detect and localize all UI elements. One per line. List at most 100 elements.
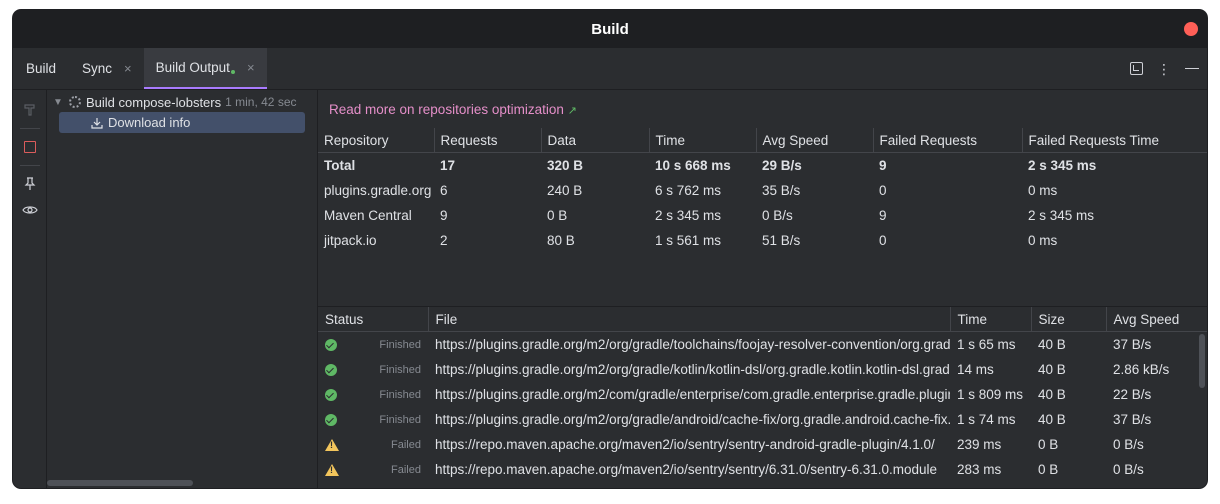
status-text: Finished	[379, 388, 421, 401]
column-header[interactable]: Data	[541, 128, 650, 153]
tree-item-label: Build compose-lobsters	[86, 94, 222, 110]
build-toolbar	[13, 90, 47, 488]
column-header[interactable]: Requests	[434, 128, 542, 153]
download-size: 40 B	[1038, 387, 1066, 402]
column-header[interactable]: File	[428, 307, 951, 332]
table-row[interactable]: Finished https://plugins.gradle.org/m2/o…	[318, 357, 1207, 382]
table-header-row: Status File Time Size Avg Speed	[318, 307, 1207, 332]
chevron-down-icon[interactable]: ▼	[53, 97, 67, 108]
table-cell: 9	[879, 158, 887, 173]
warning-icon	[325, 438, 339, 451]
status-cell: Failed	[318, 457, 428, 482]
tree-item-download-info[interactable]: Download info	[59, 112, 305, 133]
file-url: https://repo.maven.apache.org/maven2/io/…	[435, 462, 938, 477]
table-row[interactable]: plugins.gradle.org 6 240 B 6 s 762 ms 35…	[318, 178, 1207, 203]
column-header[interactable]: Time	[649, 128, 757, 153]
eye-icon[interactable]	[20, 200, 40, 220]
column-header[interactable]: Failed Requests Time	[1022, 128, 1207, 153]
table-cell: 0 B/s	[762, 208, 793, 223]
tab-build[interactable]: Build	[13, 48, 70, 89]
table-row[interactable]: Failed https://repo.maven.apache.org/mav…	[318, 457, 1207, 482]
column-header[interactable]: Avg Speed	[1106, 307, 1207, 332]
table-cell: 9	[879, 208, 887, 223]
download-info-panel: Read more on repositories optimization ↗…	[318, 90, 1207, 488]
table-cell: jitpack.io	[324, 233, 377, 248]
download-speed: 37 B/s	[1113, 337, 1152, 352]
table-row[interactable]: Finished https://plugins.gradle.org/m2/o…	[318, 332, 1207, 358]
table-cell: 0 ms	[1028, 233, 1058, 248]
download-icon	[91, 117, 103, 129]
table-row[interactable]: Finished https://plugins.gradle.org/m2/o…	[318, 407, 1207, 432]
check-circle-icon	[325, 413, 337, 426]
status-text: Finished	[379, 338, 421, 351]
status-cell: Finished	[318, 407, 428, 432]
horizontal-scrollbar[interactable]	[47, 480, 193, 486]
column-header[interactable]: Time	[950, 307, 1032, 332]
table-cell: 0 ms	[1028, 183, 1058, 198]
vertical-scrollbar[interactable]	[1199, 334, 1205, 388]
external-link-icon: ↗	[567, 105, 577, 117]
download-size: 0 B	[1038, 437, 1059, 452]
repositories-optimization-link[interactable]: Read more on repositories optimization ↗	[329, 102, 577, 117]
table-cell: 9	[440, 208, 448, 223]
tab-sync[interactable]: Sync ×	[70, 48, 144, 89]
tree-item-build[interactable]: ▼ Build compose-lobsters 1 min, 42 sec	[47, 92, 317, 112]
close-tab-icon[interactable]: ×	[247, 60, 255, 75]
table-cell: 320 B	[547, 158, 584, 173]
download-time: 283 ms	[957, 462, 1002, 477]
download-speed: 0 B/s	[1113, 462, 1144, 477]
column-header[interactable]: Status	[318, 307, 429, 332]
table-row-total[interactable]: Total 17 320 B 10 s 668 ms 29 B/s 9 2 s …	[318, 153, 1207, 179]
build-duration: 1 min, 42 sec	[225, 95, 297, 109]
restore-layout-icon[interactable]	[1130, 62, 1143, 75]
table-cell: 10 s 668 ms	[655, 158, 731, 173]
check-circle-icon	[325, 338, 337, 351]
loading-spinner-icon	[69, 96, 81, 108]
tree-item-label: Download info	[108, 115, 191, 130]
table-cell: 6 s 762 ms	[655, 183, 722, 198]
more-options-icon[interactable]: ⋮	[1157, 61, 1171, 77]
pin-icon[interactable]	[20, 174, 40, 194]
status-cell: Finished	[318, 357, 428, 382]
table-cell: 51 B/s	[762, 233, 801, 248]
status-text: Failed	[391, 438, 421, 451]
column-header[interactable]: Failed Requests	[873, 128, 1023, 153]
download-time: 239 ms	[957, 437, 1002, 452]
table-cell: 35 B/s	[762, 183, 801, 198]
download-size: 40 B	[1038, 362, 1066, 377]
window-title: Build	[591, 20, 629, 38]
tab-label: Build	[26, 61, 57, 76]
file-url: https://plugins.gradle.org/m2/org/gradle…	[435, 362, 950, 377]
column-header[interactable]: Repository	[318, 128, 435, 153]
table-row[interactable]: Failed https://repo.maven.apache.org/mav…	[318, 432, 1207, 457]
download-size: 0 B	[1038, 462, 1059, 477]
close-tab-icon[interactable]: ×	[124, 61, 132, 76]
table-row[interactable]: jitpack.io 2 80 B 1 s 561 ms 51 B/s 0 0 …	[318, 228, 1207, 253]
table-cell: 0	[879, 183, 887, 198]
link-text[interactable]: Read more on repositories optimization	[329, 102, 564, 117]
table-row[interactable]: Maven Central 9 0 B 2 s 345 ms 0 B/s 9 2…	[318, 203, 1207, 228]
status-cell: Finished	[318, 382, 428, 407]
file-url: https://repo.maven.apache.org/maven2/io/…	[435, 437, 935, 452]
close-window-button[interactable]	[1184, 22, 1198, 36]
hammer-icon[interactable]	[20, 100, 40, 120]
table-cell: 0 B	[547, 208, 568, 223]
download-speed: 22 B/s	[1113, 387, 1152, 402]
column-header[interactable]: Avg Speed	[756, 128, 874, 153]
status-text: Finished	[379, 363, 421, 376]
build-tree: ▼ Build compose-lobsters 1 min, 42 sec D…	[47, 90, 318, 488]
download-size: 40 B	[1038, 337, 1066, 352]
table-cell: Maven Central	[324, 208, 412, 223]
download-speed: 0 B/s	[1113, 437, 1144, 452]
minimize-icon[interactable]	[1185, 67, 1199, 70]
table-cell: 2 s 345 ms	[655, 208, 722, 223]
table-row[interactable]: Finished https://plugins.gradle.org/m2/c…	[318, 382, 1207, 407]
status-cell: Failed	[318, 432, 428, 457]
download-time: 14 ms	[957, 362, 994, 377]
tab-build-output[interactable]: Build Output ×	[143, 48, 267, 89]
column-header[interactable]: Size	[1031, 307, 1107, 332]
tab-label: Build Output	[155, 60, 230, 75]
stop-icon[interactable]	[20, 137, 40, 157]
table-cell: 17	[440, 158, 456, 173]
repository-summary-table: Repository Requests Data Time Avg Speed …	[318, 128, 1207, 253]
